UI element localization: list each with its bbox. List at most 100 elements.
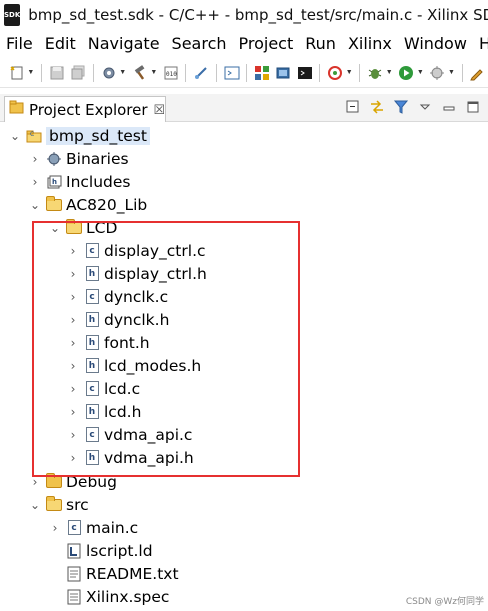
chevron-right-icon[interactable]: › [28, 475, 42, 489]
chevron-right-icon[interactable]: › [66, 451, 80, 465]
chevron-down-icon[interactable]: ⌄ [8, 129, 22, 143]
tree-item-file[interactable]: › h lcd.h [66, 400, 142, 423]
chevron-down-icon[interactable]: ▼ [119, 69, 127, 76]
save-icon[interactable] [48, 64, 65, 82]
menu-window[interactable]: Window [398, 34, 473, 53]
close-icon[interactable]: ☒ [154, 102, 166, 118]
menu-help[interactable]: Help [473, 34, 488, 53]
chevron-down-icon[interactable]: ⌄ [48, 221, 62, 235]
tree-item-file[interactable]: › h display_ctrl.h [66, 262, 207, 285]
settings-icon[interactable] [100, 64, 117, 82]
new-icon[interactable] [8, 64, 25, 82]
h-file-icon: h [84, 266, 100, 282]
tree-label: dynclk.h [104, 310, 170, 329]
tree-item-xilinx-spec[interactable]: Xilinx.spec [62, 585, 169, 608]
menu-search[interactable]: Search [166, 34, 233, 53]
terminal-icon[interactable] [296, 64, 313, 82]
chevron-right-icon[interactable]: › [48, 521, 62, 535]
chevron-right-icon[interactable]: › [28, 175, 42, 189]
xmd-icon[interactable] [326, 64, 343, 82]
chevron-right-icon[interactable]: › [66, 267, 80, 281]
chevron-right-icon[interactable]: › [66, 244, 80, 258]
tab-project-explorer[interactable]: Project Explorer ☒ [4, 96, 166, 122]
program-fpga-icon[interactable] [253, 64, 270, 82]
tree-label: display_ctrl.c [104, 241, 206, 260]
tree-label: lcd_modes.h [104, 356, 202, 375]
chevron-right-icon[interactable]: › [66, 428, 80, 442]
collapse-all-icon[interactable] [344, 98, 362, 116]
project-explorer-icon [9, 99, 25, 120]
tree-label: vdma_api.c [104, 425, 193, 444]
filter-icon[interactable] [392, 98, 410, 116]
menu-run[interactable]: Run [299, 34, 342, 53]
tree-item-file[interactable]: › h vdma_api.h [66, 446, 194, 469]
tree-item-includes[interactable]: › h Includes [28, 170, 131, 193]
binary-icon[interactable]: 010 [162, 64, 179, 82]
minimize-icon[interactable] [440, 98, 458, 116]
debug-connect-icon[interactable] [192, 64, 209, 82]
chevron-right-icon[interactable]: › [66, 382, 80, 396]
tree-item-main-c[interactable]: › c main.c [48, 516, 139, 539]
chevron-down-icon[interactable]: ▼ [417, 69, 425, 76]
tree-item-src[interactable]: ⌄ src [28, 493, 89, 516]
chevron-right-icon[interactable]: › [66, 359, 80, 373]
tree-item-file[interactable]: › h font.h [66, 331, 150, 354]
toolbar-separator [92, 63, 94, 82]
run-icon[interactable] [398, 64, 415, 82]
chevron-down-icon[interactable]: ▼ [448, 69, 456, 76]
tree-item-binaries[interactable]: › Binaries [28, 147, 129, 170]
chevron-right-icon[interactable]: › [66, 313, 80, 327]
menu-bar: File Edit Navigate Search Project Run Xi… [0, 30, 488, 56]
build-hammer-icon[interactable] [131, 64, 148, 82]
chevron-down-icon[interactable]: ▼ [27, 69, 35, 76]
tree-item-file[interactable]: › c lcd.c [66, 377, 141, 400]
tree-item-debug[interactable]: › Debug [28, 470, 117, 493]
tree-item-lcd[interactable]: ⌄ LCD [48, 216, 117, 239]
tree-item-lscript[interactable]: lscript.ld [62, 539, 153, 562]
chevron-down-icon[interactable]: ▼ [346, 69, 354, 76]
tree-label: main.c [86, 518, 139, 537]
view-menu-icon[interactable] [416, 98, 434, 116]
menu-navigate[interactable]: Navigate [82, 34, 166, 53]
menu-file[interactable]: File [0, 34, 39, 53]
toolbar-separator [185, 63, 187, 82]
chevron-down-icon[interactable]: ▼ [150, 69, 158, 76]
edit-pencil-icon[interactable] [469, 64, 486, 82]
tree-item-project[interactable]: ⌄ C bmp_sd_test [8, 124, 150, 147]
chevron-right-icon[interactable]: › [66, 290, 80, 304]
tree-item-file[interactable]: › c vdma_api.c [66, 423, 193, 446]
folder-open-icon [46, 195, 62, 213]
toolbar-separator [41, 63, 43, 82]
chevron-right-icon[interactable]: › [28, 152, 42, 166]
menu-project[interactable]: Project [233, 34, 300, 53]
spec-file-icon [66, 589, 82, 605]
menu-edit[interactable]: Edit [39, 34, 82, 53]
h-file-icon: h [84, 450, 100, 466]
toolbar-separator [319, 63, 321, 82]
tree-item-file[interactable]: › h lcd_modes.h [66, 354, 202, 377]
device-icon[interactable] [275, 64, 292, 82]
chevron-down-icon[interactable]: ▼ [386, 69, 394, 76]
tree-label: lscript.ld [86, 541, 153, 560]
maximize-icon[interactable] [464, 98, 482, 116]
watermark: CSDN @Wz何同学 [405, 597, 484, 607]
tree-label: vdma_api.h [104, 448, 194, 467]
tree-item-file[interactable]: › h dynclk.h [66, 308, 170, 331]
folder-open-icon [66, 218, 82, 236]
save-all-icon[interactable] [69, 64, 86, 82]
tree-item-ac820-lib[interactable]: ⌄ AC820_Lib [28, 193, 147, 216]
tree-item-readme[interactable]: README.txt [62, 562, 179, 585]
menu-xilinx[interactable]: Xilinx [342, 34, 398, 53]
chevron-right-icon[interactable]: › [66, 336, 80, 350]
link-with-editor-icon[interactable] [368, 98, 386, 116]
tree-item-file[interactable]: › c dynclk.c [66, 285, 169, 308]
chevron-down-icon[interactable]: ⌄ [28, 198, 42, 212]
chevron-right-icon[interactable]: › [66, 405, 80, 419]
tree-label: Includes [66, 172, 131, 191]
chevron-down-icon[interactable]: ⌄ [28, 498, 42, 512]
console-icon[interactable] [223, 64, 240, 82]
window-title: bmp_sd_test.sdk - C/C++ - bmp_sd_test/sr… [28, 6, 488, 24]
debug-bug-icon[interactable] [366, 64, 383, 82]
tree-item-file[interactable]: › c display_ctrl.c [66, 239, 206, 262]
external-tools-icon[interactable] [429, 64, 446, 82]
